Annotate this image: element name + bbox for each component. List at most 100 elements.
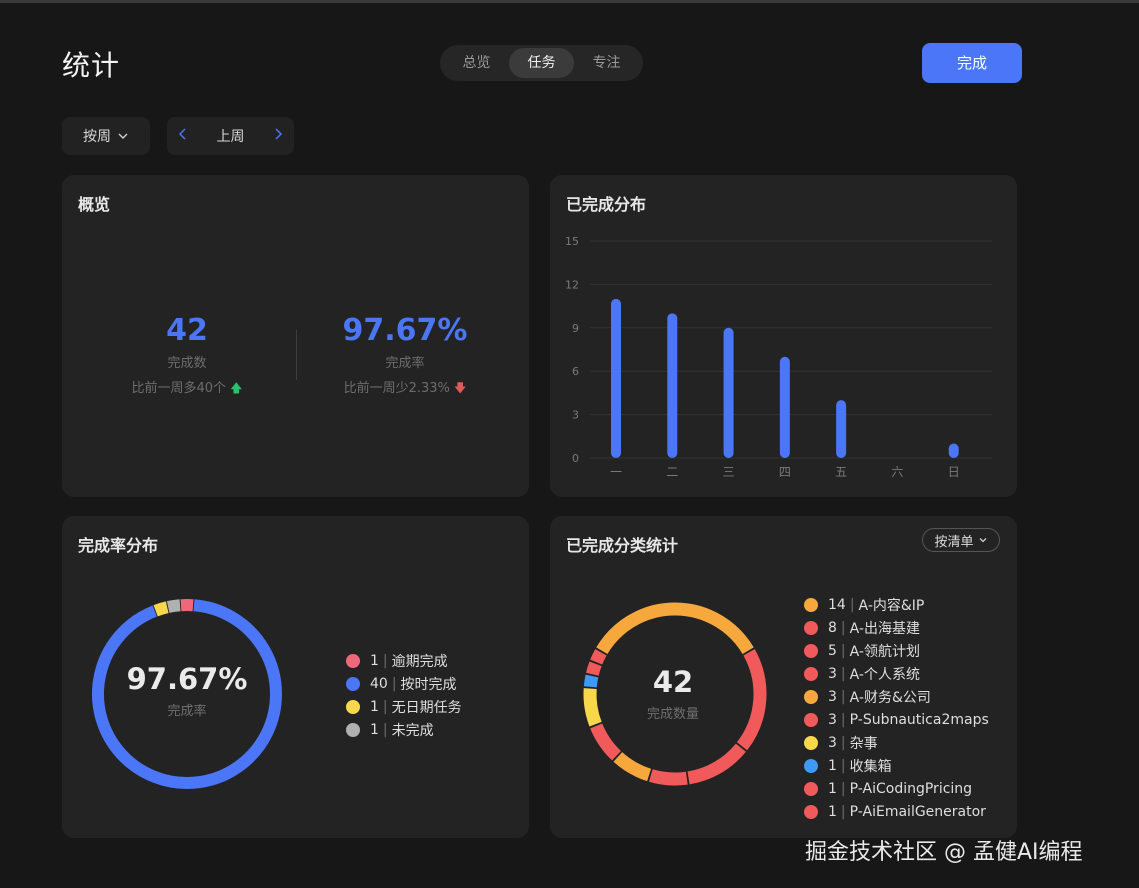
bar[interactable] — [948, 443, 959, 458]
legend-item: 1 | 未完成 — [346, 720, 462, 740]
legend-item: 14 | A-内容&IP — [804, 595, 989, 615]
donut-slice[interactable] — [590, 649, 607, 665]
y-tick-label: 6 — [572, 365, 579, 378]
page-title: 统计 — [62, 49, 121, 82]
category-donut-label: 完成数量 — [646, 707, 699, 722]
legend-label: P-AiEmailGenerator — [849, 804, 986, 820]
legend-separator: | — [382, 653, 388, 669]
completed-count-value: 42 — [166, 313, 208, 348]
legend-dot-icon — [804, 598, 818, 612]
legend-label: 按时完成 — [400, 677, 457, 693]
legend-label: A-财务&公司 — [849, 690, 931, 706]
legend-dot-icon — [346, 723, 360, 737]
legend-separator: | — [840, 758, 846, 774]
completed-count-label: 完成数 — [167, 356, 207, 371]
legend-dot-icon — [346, 654, 360, 668]
category-card: 已完成分类统计 按清单 42 完成数量 14 | A-内容&IP 8 | A-出海基建 5 |… — [550, 516, 1017, 838]
tab-focus[interactable]: 专注 — [574, 48, 639, 78]
watermark-text: 掘金技术社区 @ 孟健AI编程 — [805, 840, 1083, 865]
category-donut-center: 42 完成数量 — [593, 665, 753, 722]
donut-slice[interactable] — [613, 751, 652, 782]
x-tick-label: 五 — [835, 465, 847, 479]
rate-donut-label: 完成率 — [167, 704, 207, 719]
legend-separator: | — [849, 597, 855, 613]
legend-count: 1 — [828, 758, 837, 774]
legend-item: 5 | A-领航计划 — [804, 641, 989, 661]
legend-label: 无日期任务 — [391, 700, 462, 716]
legend-dot-icon — [804, 782, 818, 796]
view-tabs: 总览 任务 专注 — [440, 45, 643, 81]
completion-rate-label: 完成率 — [385, 356, 425, 371]
legend-count: 3 — [828, 666, 837, 682]
legend-item: 1 | 无日期任务 — [346, 697, 462, 717]
legend-item: 1 | P-AiCodingPricing — [804, 779, 989, 799]
legend-item: 1 | P-AiEmailGenerator — [804, 802, 989, 822]
x-tick-label: 日 — [948, 465, 960, 479]
rate-legend: 1 | 逾期完成 40 | 按时完成 1 | 无日期任务 1 | 未完成 — [346, 651, 462, 743]
distribution-card: 已完成分布 0 3 6 9 12 15 一二三四五六日 — [550, 175, 1017, 497]
legend-item: 40 | 按时完成 — [346, 674, 462, 694]
bar[interactable] — [667, 313, 678, 458]
legend-count: 1 — [828, 804, 837, 820]
legend-label: P-Subnautica2maps — [849, 712, 989, 728]
legend-count: 14 — [828, 597, 846, 613]
completion-rate-block: 97.67% 完成率 比前一周少2.33% 🡇 — [305, 313, 505, 400]
legend-count: 1 — [370, 722, 379, 738]
chevron-right-icon[interactable] — [270, 128, 286, 144]
legend-item: 3 | 杂事 — [804, 733, 989, 753]
x-tick-label: 二 — [666, 465, 678, 479]
donut-slice[interactable] — [590, 723, 622, 761]
legend-dot-icon — [804, 667, 818, 681]
legend-separator: | — [840, 620, 846, 636]
donut-slice[interactable] — [596, 602, 754, 655]
completed-count-compare: 比前一周多40个 🡅 — [87, 377, 287, 400]
legend-separator: | — [840, 781, 846, 797]
donut-slice[interactable] — [687, 743, 746, 785]
arrow-up-icon: 🡅 — [230, 381, 243, 395]
completion-rate-compare: 比前一周少2.33% 🡇 — [305, 377, 505, 400]
legend-dot-icon — [346, 677, 360, 691]
legend-count: 1 — [370, 653, 379, 669]
week-navigator: 上周 — [167, 117, 294, 155]
donut-slice[interactable] — [648, 769, 688, 786]
legend-dot-icon — [804, 805, 818, 819]
period-dropdown[interactable]: 按周 — [62, 117, 150, 155]
period-dropdown-label: 按周 — [83, 129, 111, 145]
legend-separator: | — [840, 666, 846, 682]
chevron-left-icon[interactable] — [175, 128, 191, 144]
legend-item: 8 | A-出海基建 — [804, 618, 989, 638]
tab-overview[interactable]: 总览 — [444, 48, 509, 78]
y-tick-label: 0 — [572, 452, 579, 465]
legend-dot-icon — [804, 736, 818, 750]
legend-count: 8 — [828, 620, 837, 636]
rate-distribution-card: 完成率分布 97.67% 完成率 1 | 逾期完成 40 | 按时完成 1 | 无日期任务 1 | 未… — [62, 516, 529, 838]
legend-count: 3 — [828, 689, 837, 705]
bar[interactable] — [611, 298, 621, 458]
donut-slice[interactable] — [166, 599, 181, 613]
rate-donut-value: 97.67% — [126, 662, 248, 696]
donut-slice[interactable] — [583, 674, 599, 688]
done-button[interactable]: 完成 — [922, 43, 1022, 83]
legend-dot-icon — [804, 713, 818, 727]
donut-slice[interactable] — [153, 601, 169, 617]
legend-separator: | — [391, 676, 397, 692]
legend-label: 未完成 — [391, 723, 434, 739]
y-tick-label: 9 — [572, 322, 579, 335]
legend-label: A-出海基建 — [849, 621, 920, 637]
y-tick-label: 3 — [572, 409, 579, 422]
category-donut-value: 42 — [652, 665, 694, 699]
week-range-label: 上周 — [216, 129, 245, 145]
tab-tasks[interactable]: 任务 — [509, 48, 574, 78]
legend-count: 1 — [828, 781, 837, 797]
legend-label: 收集箱 — [849, 759, 892, 775]
overview-divider — [296, 330, 297, 380]
completion-rate-compare-text: 比前一周少2.33% — [343, 381, 450, 396]
bar[interactable] — [779, 356, 790, 458]
legend-label: P-AiCodingPricing — [849, 781, 973, 797]
legend-count: 5 — [828, 643, 837, 659]
bar[interactable] — [836, 400, 847, 458]
completed-count-compare-text: 比前一周多40个 — [131, 381, 227, 396]
legend-separator: | — [840, 712, 846, 728]
legend-item: 3 | A-财务&公司 — [804, 687, 989, 707]
bar[interactable] — [723, 327, 734, 458]
